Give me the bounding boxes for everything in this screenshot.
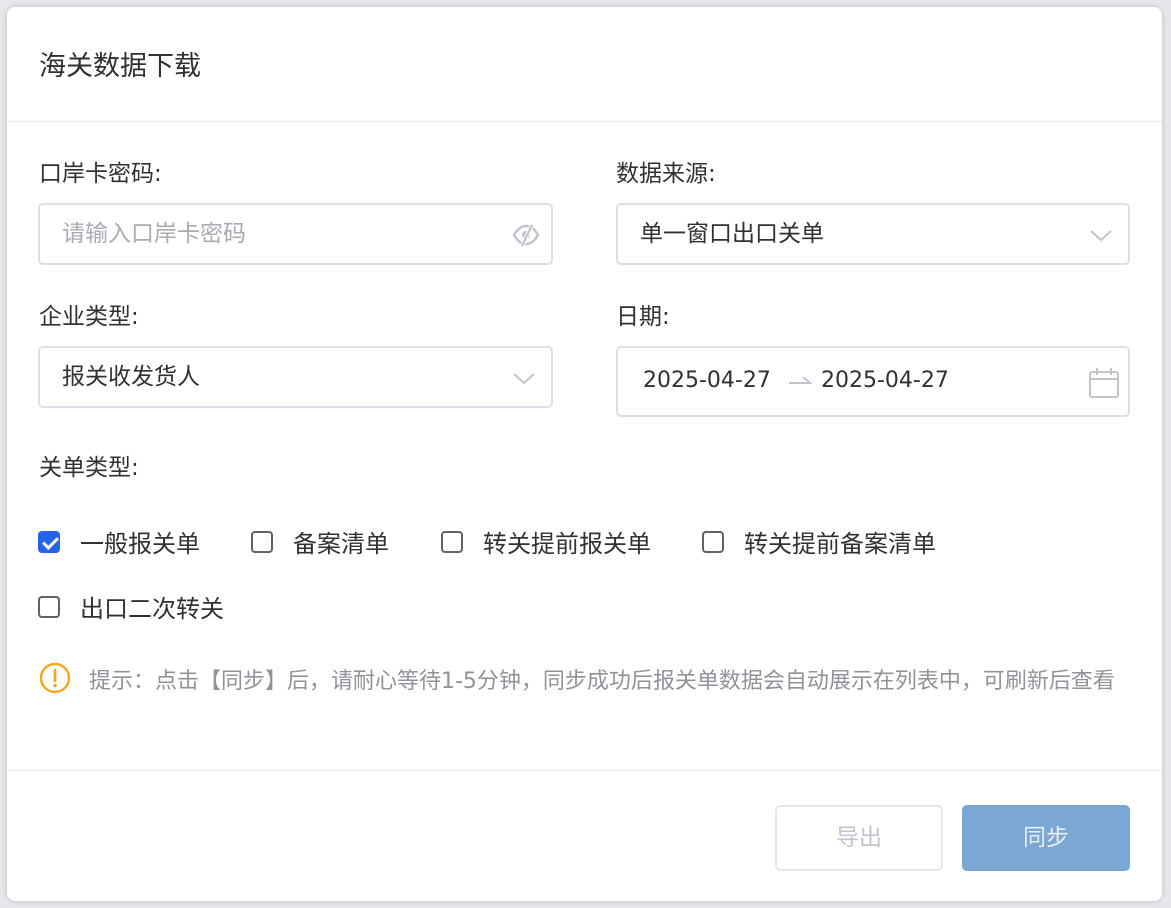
checkbox-icon[interactable]	[441, 530, 463, 553]
checkbox-icon[interactable]	[251, 530, 273, 553]
range-arrow-icon	[788, 372, 813, 391]
declaration-type-row-1: 一般报关单 备案清单 转关提前报关单 转关提前备案清单	[38, 524, 936, 559]
dialog-header: 海关数据下载	[7, 7, 1162, 122]
customs-download-dialog: 海关数据下载 口岸卡密码: 请输入口岸卡密码 数据来源: 单一窗口出口关单 企业…	[7, 7, 1162, 901]
dialog-footer: 导出 同步	[7, 770, 1162, 901]
checkbox-icon[interactable]	[38, 595, 60, 618]
source-select[interactable]: 单一窗口出口关单	[616, 203, 1130, 265]
source-value: 单一窗口出口关单	[640, 221, 824, 247]
checkbox-general-declaration[interactable]: 一般报关单	[38, 524, 200, 559]
eye-off-icon[interactable]	[511, 222, 540, 248]
tip-message: 提示：点击【同步】后，请耐心等待1-5分钟，同步成功后报关单数据会自动展示在列表…	[39, 662, 1119, 702]
dialog-title: 海关数据下载	[39, 51, 201, 82]
password-label: 口岸卡密码:	[39, 161, 162, 187]
chevron-down-icon	[511, 365, 537, 391]
sync-button[interactable]: 同步	[962, 805, 1130, 871]
export-button[interactable]: 导出	[775, 805, 943, 871]
checkbox-checked-icon[interactable]	[38, 530, 60, 553]
checkbox-label: 一般报关单	[80, 530, 200, 558]
tip-text: 提示：点击【同步】后，请耐心等待1-5分钟，同步成功后报关单数据会自动展示在列表…	[89, 669, 1115, 694]
declaration-type-row-2: 出口二次转关	[38, 589, 224, 624]
company-type-label: 企业类型:	[39, 304, 139, 330]
checkbox-label: 转关提前备案清单	[744, 530, 936, 558]
company-type-select[interactable]: 报关收发货人	[38, 346, 553, 408]
password-field[interactable]: 请输入口岸卡密码	[38, 203, 553, 265]
checkbox-filing-list[interactable]: 备案清单	[251, 524, 389, 559]
password-placeholder: 请输入口岸卡密码	[62, 221, 246, 247]
source-label: 数据来源:	[616, 161, 716, 187]
date-range-picker[interactable]: 2025-04-27 2025-04-27	[616, 346, 1130, 417]
checkbox-transfer-advance-declaration[interactable]: 转关提前报关单	[441, 524, 651, 559]
checkbox-label: 出口二次转关	[80, 595, 224, 623]
date-start[interactable]: 2025-04-27	[643, 368, 771, 393]
checkbox-icon[interactable]	[702, 530, 724, 553]
date-label: 日期:	[616, 304, 670, 330]
company-type-value: 报关收发货人	[62, 364, 200, 390]
checkbox-transfer-advance-filing-list[interactable]: 转关提前备案清单	[702, 524, 936, 559]
chevron-down-icon	[1088, 222, 1114, 248]
checkbox-export-secondary-transfer[interactable]: 出口二次转关	[38, 589, 224, 624]
checkbox-label: 备案清单	[293, 530, 389, 558]
checkbox-label: 转关提前报关单	[483, 530, 651, 558]
warning-circle-icon	[39, 662, 71, 694]
declaration-type-label: 关单类型:	[39, 455, 139, 481]
date-end[interactable]: 2025-04-27	[821, 368, 949, 393]
calendar-icon	[1088, 367, 1120, 403]
